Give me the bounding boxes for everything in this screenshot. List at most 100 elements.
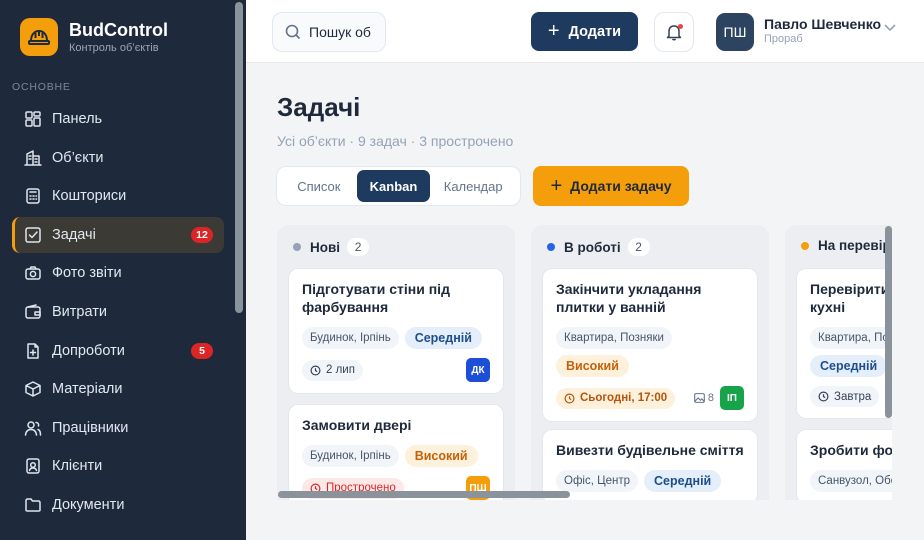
sidebar-item-2[interactable]: Кошториси [12,178,224,214]
task-card[interactable]: Перевірити електрику кухні Квартира, Позн… [796,268,892,419]
object-tag: Будинок, Ірпінь [302,445,399,467]
building-icon [24,149,42,167]
photo-count-value: 8 [707,392,714,404]
hard-hat-icon [20,18,58,56]
sidebar-item-7[interactable]: Матеріали [12,371,224,407]
column-title: На перевірці [818,238,892,253]
kanban-column: Нові 2 Підготувати стіни під фарбування Буд… [277,225,515,500]
sidebar-item-8[interactable]: Працівники [12,410,224,446]
search-box[interactable] [272,12,386,52]
view-tab-1[interactable]: Kanban [356,170,431,202]
search-input[interactable] [309,24,379,40]
column-title: Нові [310,239,341,255]
add-task-button[interactable]: + Додати задачу [533,166,689,206]
sidebar: BudControl Контроль об’єктів ОСНОВНЕ Пан… [0,0,246,540]
sidebar-item-9[interactable]: Клієнти [12,448,224,484]
top-bar: + Додати ПШ Павло Шевченко Прораб [246,0,924,63]
priority-badge: Середній [644,470,722,492]
sidebar-item-label: Об’єкти [52,149,104,166]
page-title: Задачі [277,92,361,122]
sidebar-item-4[interactable]: Фото звіти [12,255,224,291]
task-card[interactable]: Вивезти будівельне сміття Офіс, Центр Сере… [542,429,758,500]
photo-count: 8 [694,392,714,404]
section-label: ОСНОВНЕ [12,81,71,93]
sidebar-item-5[interactable]: Витрати [12,294,224,330]
plus-icon: + [550,174,563,197]
assignee-avatar[interactable]: ІП [720,386,744,410]
assignee-avatar[interactable]: ДК [466,358,490,382]
add-button-label: Додати [568,23,622,40]
user-name[interactable]: Павло Шевченко [764,16,881,32]
object-tag: Будинок, Ірпінь [302,327,399,349]
checkbox-icon [24,226,42,244]
sidebar-item-label: Матеріали [52,381,123,398]
dashboard-icon [24,110,42,128]
notification-dot [678,24,683,29]
task-title: Вивезти будівельне сміття [556,442,744,458]
clock-icon [818,391,829,402]
priority-badge: Середній [810,355,888,377]
brand[interactable]: BudControl Контроль об’єктів [20,18,168,56]
brand-name: BudControl [69,20,168,40]
sidebar-item-0[interactable]: Панель [12,101,224,137]
view-tab-2[interactable]: Календар [430,170,516,202]
due-date: Завтра [810,386,880,407]
task-card[interactable]: Зробити фото робіт Санвузол, Оболонь [796,429,892,500]
task-title: Закінчити укладання плитки у ванній [556,281,702,315]
sidebar-item-label: Кошториси [52,188,127,205]
brand-subtitle: Контроль об’єктів [69,42,159,54]
due-date-label: Завтра [834,390,872,403]
board-horizontal-scrollbar[interactable] [278,491,570,498]
sidebar-item-label: Документи [52,496,125,513]
notifications-button[interactable] [654,12,694,52]
clock-icon [564,393,575,403]
task-tags: Квартира, Позняки Високий [556,327,744,377]
task-tags: Санвузол, Оболонь [810,470,892,492]
sidebar-item-10[interactable]: Документи [12,487,224,523]
column-title: В роботі [564,239,621,255]
task-tags: Будинок, Ірпінь Високий [302,445,490,467]
column-count: 2 [347,238,370,256]
task-tags: Офіс, Центр Середній [556,470,744,492]
task-card[interactable]: Підготувати стіни під фарбування Будинок,… [288,268,504,394]
sidebar-item-6[interactable]: Допроботи 5 [12,333,224,369]
view-tab-0[interactable]: Список [281,170,357,202]
sidebar-item-1[interactable]: Об’єкти [12,140,224,176]
add-button[interactable]: + Додати [531,12,638,51]
priority-badge: Високий [556,355,629,377]
column-header: На перевірці [801,238,892,253]
contact-icon [24,457,42,475]
status-dot [547,243,555,251]
object-tag: Офіс, Центр [556,470,639,492]
sidebar-item-label: Фото звіти [52,265,122,282]
kanban-column: В роботі 2 Закінчити укладання плитки у ва… [531,225,769,500]
priority-badge: Середній [404,327,482,349]
wallet-icon [24,303,42,321]
object-tag: Квартира, Позняки [810,327,892,349]
folder-icon [24,496,42,514]
board-vertical-scrollbar[interactable] [885,226,892,418]
task-card[interactable]: Замовити двері Будинок, Ірпінь Високий Прос… [288,404,504,500]
task-card[interactable]: Закінчити укладання плитки у ванній Кварт… [542,268,758,422]
page-subtitle: Усі об’єкти · 9 задач · 3 прострочено [277,133,514,149]
object-tag: Квартира, Позняки [556,327,672,349]
avatar[interactable]: ПШ [716,13,754,51]
sidebar-item-label: Працівники [52,419,129,436]
task-meta: 8 ІП [694,386,744,410]
sidebar-item-3[interactable]: Задачі 12 [12,216,224,253]
task-title: Замовити двері [302,417,412,433]
task-footer: 2 лип ДК [302,358,490,382]
task-title: Перевірити електрику кухні [810,281,892,315]
task-meta: ДК [466,358,490,382]
sidebar-scrollbar[interactable] [235,2,243,313]
chevron-down-icon[interactable] [884,24,896,32]
calculator-icon [24,187,42,205]
clock-icon [310,365,321,375]
plus-icon: + [547,20,560,42]
sidebar-item-label: Допроботи [52,342,125,359]
task-footer: Сьогодні, 17:00 8 ІП [556,386,744,410]
due-date-label: 2 лип [326,364,355,376]
column-count: 2 [627,238,650,256]
column-header: В роботі 2 [547,238,650,256]
task-tags: Будинок, Ірпінь Середній [302,327,490,349]
